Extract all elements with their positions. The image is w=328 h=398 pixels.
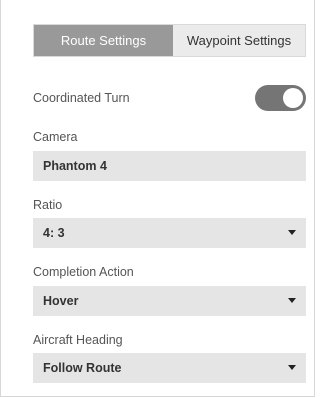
aircraft-heading-value: Follow Route — [43, 361, 122, 375]
settings-tabs: Route Settings Waypoint Settings — [33, 24, 306, 57]
ratio-select[interactable]: 4: 3 — [33, 218, 306, 248]
coordinated-turn-label: Coordinated Turn — [33, 91, 130, 105]
camera-value: Phantom 4 — [43, 159, 107, 173]
completion-action-label: Completion Action — [33, 265, 134, 279]
aircraft-heading-label: Aircraft Heading — [33, 333, 123, 347]
completion-action-value: Hover — [43, 294, 79, 308]
tab-route-settings[interactable]: Route Settings — [34, 25, 173, 56]
toggle-knob — [283, 88, 303, 108]
coordinated-turn-toggle[interactable] — [255, 85, 306, 111]
caret-down-icon — [288, 365, 296, 370]
camera-field[interactable]: Phantom 4 — [33, 151, 306, 181]
aircraft-heading-select[interactable]: Follow Route — [33, 353, 306, 383]
caret-down-icon — [288, 298, 296, 303]
camera-label: Camera — [33, 130, 78, 144]
caret-down-icon — [288, 230, 296, 235]
tab-waypoint-settings[interactable]: Waypoint Settings — [173, 25, 305, 56]
completion-action-select[interactable]: Hover — [33, 286, 306, 316]
route-settings-panel: Route Settings Waypoint Settings Coordin… — [0, 0, 315, 397]
ratio-value: 4: 3 — [43, 226, 65, 240]
ratio-label: Ratio — [33, 198, 63, 212]
